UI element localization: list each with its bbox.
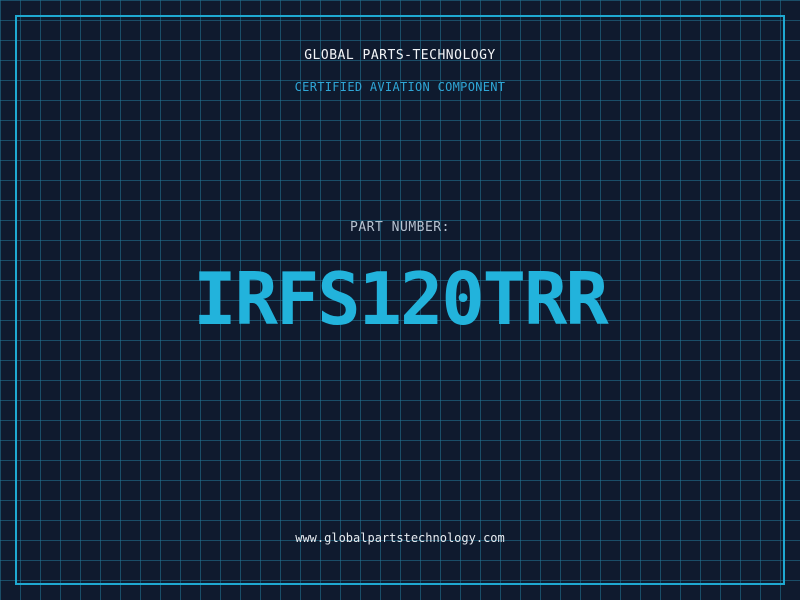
certification-subtitle: CERTIFIED AVIATION COMPONENT bbox=[294, 80, 506, 94]
certificate-card: GLOBAL PARTS-TECHNOLOGY CERTIFIED AVIATI… bbox=[0, 0, 800, 600]
company-name: GLOBAL PARTS-TECHNOLOGY bbox=[304, 48, 496, 63]
part-number-value: IRFS120TRR bbox=[193, 257, 608, 341]
website-url[interactable]: www.globalpartstechnology.com bbox=[0, 531, 800, 545]
part-number-label: PART NUMBER: bbox=[350, 220, 450, 235]
